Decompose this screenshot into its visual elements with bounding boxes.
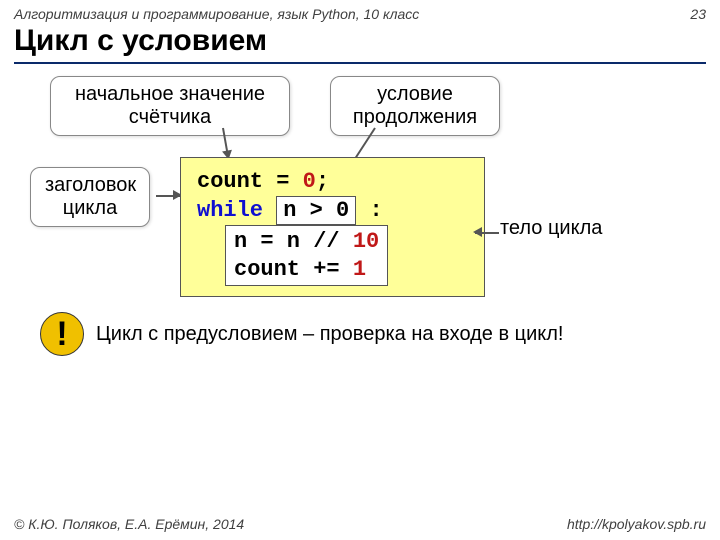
code-line-2: while n > 0 :	[197, 196, 474, 226]
kw-while: while	[197, 198, 263, 223]
colon: :	[369, 198, 382, 223]
slide-title: Цикл с условием	[0, 22, 720, 62]
slide-footer: © К.Ю. Поляков, Е.А. Ерёмин, 2014 http:/…	[0, 516, 720, 532]
note-row: ! Цикл с предусловием – проверка на вход…	[40, 312, 564, 356]
loop-body-box: n = n // 10 count += 1	[225, 225, 388, 286]
arrow-body	[475, 227, 499, 237]
warning-icon: !	[40, 312, 84, 356]
footer-url: http://kpolyakov.spb.ru	[567, 516, 706, 532]
body-line-2: count += 1	[234, 256, 379, 284]
num-1: 1	[353, 257, 366, 282]
title-rule	[14, 62, 706, 64]
bubble-cond: условиепродолжения	[330, 76, 500, 136]
body-line-1: n = n // 10	[234, 228, 379, 256]
ident-count: count	[197, 169, 263, 194]
slide-content: начальное значениесчётчика условиепродол…	[0, 82, 720, 422]
code-line-1: count = 0;	[197, 168, 474, 196]
slide-header: Алгоритмизация и программирование, язык …	[0, 0, 720, 22]
bubble-head: заголовокцикла	[30, 167, 150, 227]
cond-box: n > 0	[276, 196, 356, 226]
page-number: 23	[690, 6, 706, 22]
bubble-init: начальное значениесчётчика	[50, 76, 290, 136]
course-name: Алгоритмизация и программирование, язык …	[14, 6, 419, 22]
op-assign: =	[263, 169, 303, 194]
copyright: © К.Ю. Поляков, Е.А. Ерёмин, 2014	[14, 516, 244, 532]
num-0: 0	[303, 169, 316, 194]
note-text: Цикл с предусловием – проверка на входе …	[96, 323, 564, 346]
semicolon: ;	[316, 169, 329, 194]
arrow-head	[156, 190, 180, 200]
label-body: тело цикла	[500, 217, 602, 240]
num-10: 10	[353, 229, 379, 254]
code-block: count = 0; while n > 0 : n = n // 10 cou…	[180, 157, 485, 297]
